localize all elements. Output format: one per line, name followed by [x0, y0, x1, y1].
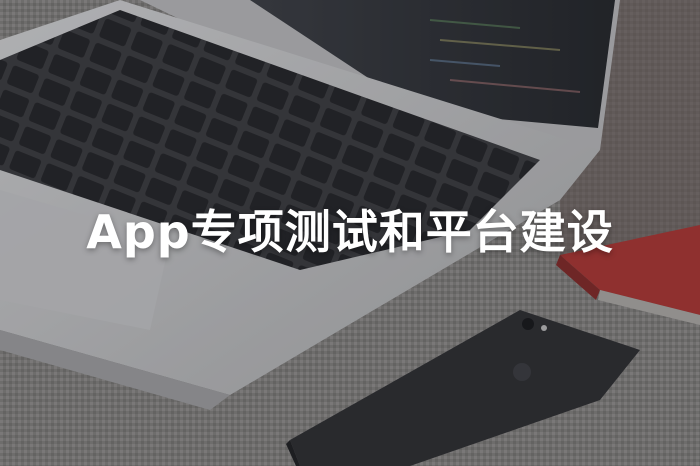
article-banner: App专项测试和平台建设	[0, 0, 700, 466]
banner-headline: App专项测试和平台建设	[86, 205, 614, 259]
